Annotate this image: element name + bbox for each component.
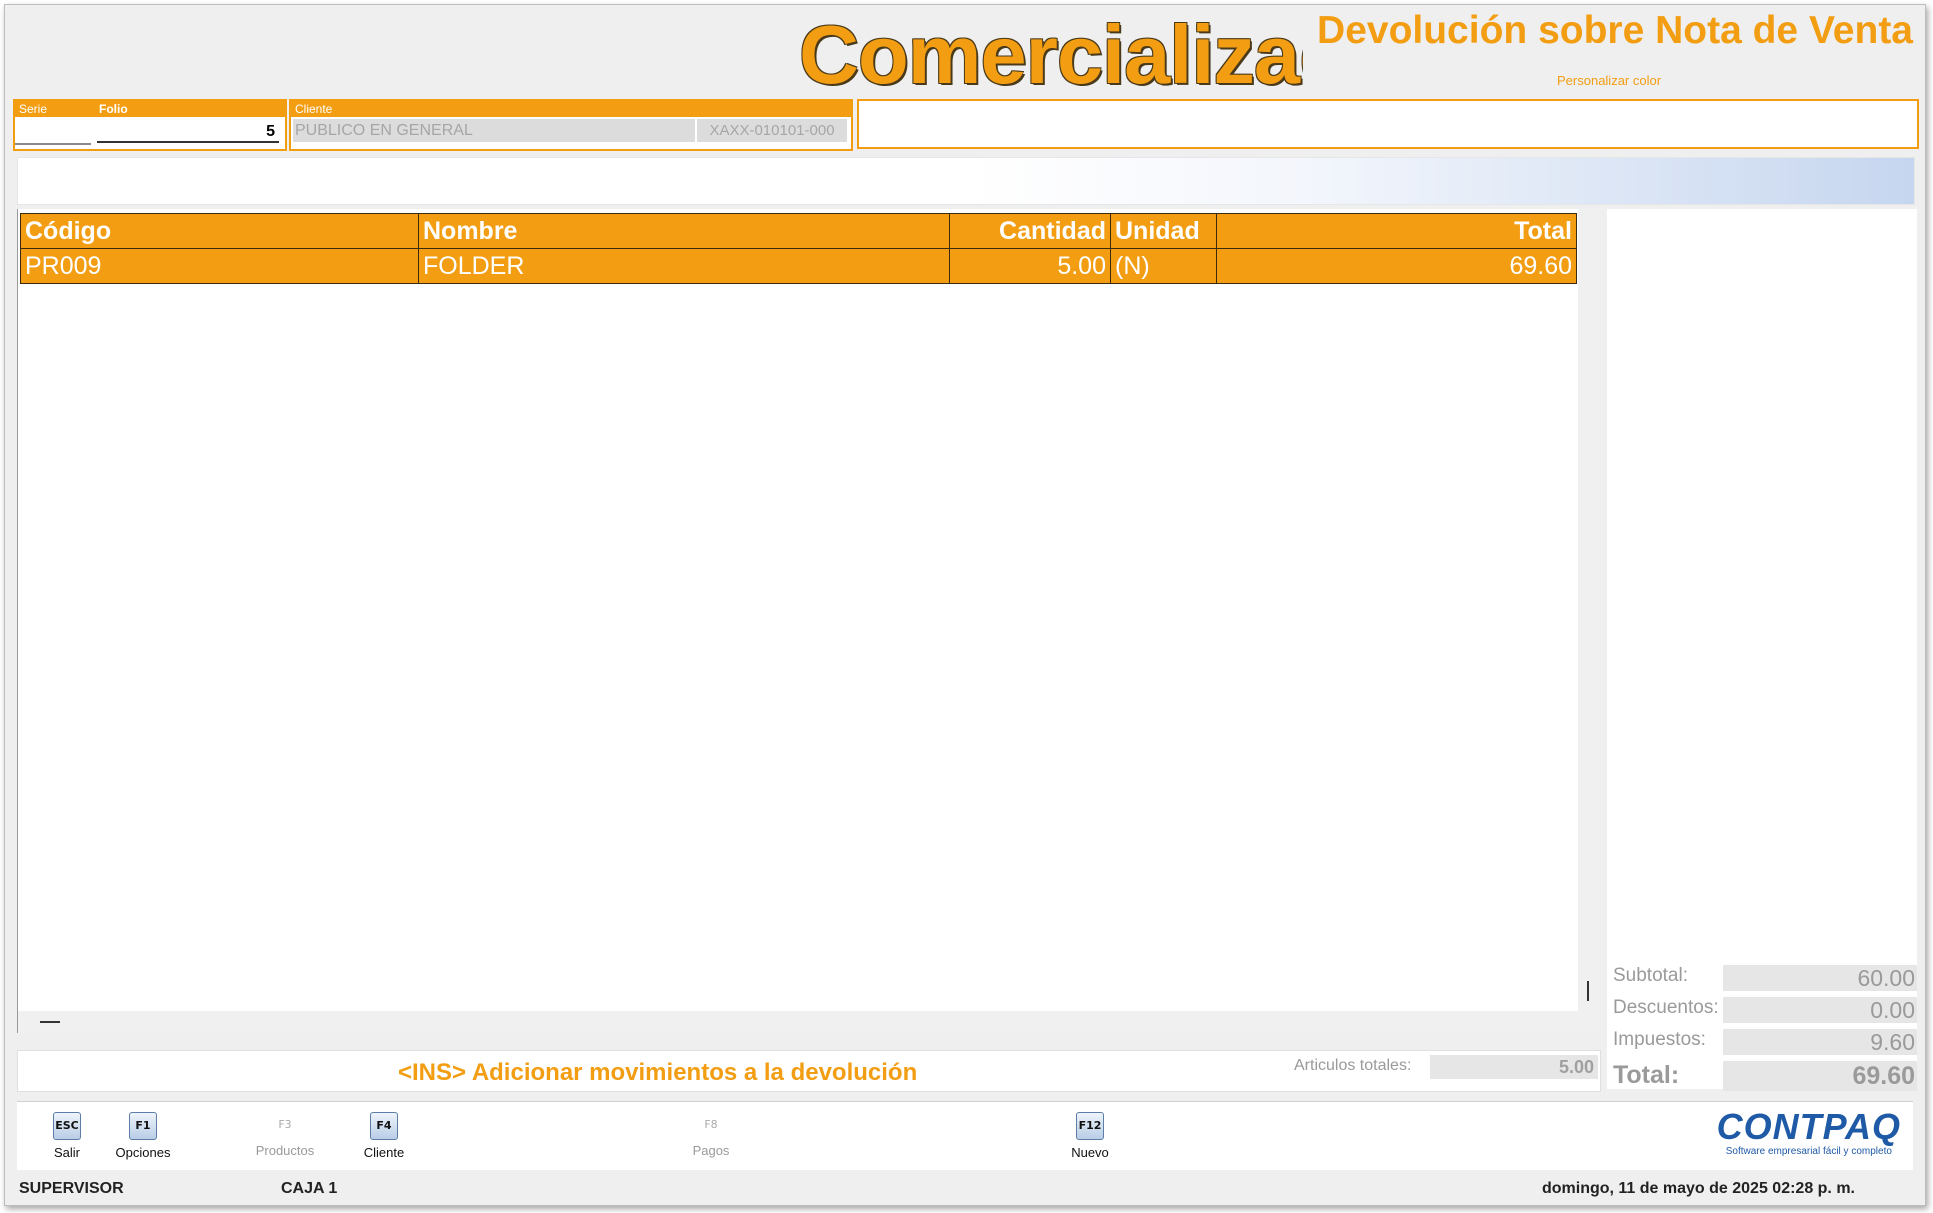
logo-tagline: Software empresarial fácil y completo (1725, 1146, 1892, 1157)
grid-footer: <INS> Adicionar movimientos a la devoluc… (17, 1050, 1601, 1092)
vertical-scrollbar[interactable] (1578, 209, 1600, 1033)
productos-button[interactable]: F3 Productos (240, 1112, 330, 1158)
column-header-cantidad[interactable]: Cantidad (949, 213, 1111, 249)
impuestos-row: Impuestos: 9.60 (1607, 1027, 1917, 1055)
status-user: SUPERVISOR (19, 1180, 124, 1197)
column-header-unidad[interactable]: Unidad (1110, 213, 1217, 249)
folio-label: Folio (99, 102, 128, 116)
totals-panel: Subtotal: 60.00 Descuentos: 0.00 Impuest… (1607, 209, 1917, 1091)
brand-name: Comercializadora (799, 8, 1303, 97)
vertical-scroll-thumb[interactable] (1587, 981, 1589, 1001)
opciones-button[interactable]: F1 Opciones (98, 1112, 188, 1160)
nuevo-label: Nuevo (1071, 1145, 1109, 1160)
table-header-row: Código Nombre Cantidad Unidad Total (20, 213, 1577, 249)
brand-banner: Comercializadora (795, 5, 1303, 97)
opciones-label: Opciones (115, 1145, 171, 1160)
impuestos-value: 9.60 (1723, 1029, 1917, 1055)
productos-label: Productos (255, 1143, 315, 1158)
column-header-total[interactable]: Total (1216, 213, 1577, 249)
cliente-group: Cliente PUBLICO EN GENERAL XAXX-010101-0… (289, 99, 853, 151)
cell-codigo[interactable]: PR009 (20, 248, 419, 284)
cliente-key-label: Cliente (363, 1145, 405, 1160)
cell-nombre[interactable]: FOLDER (418, 248, 950, 284)
customize-color-link[interactable]: Personalizar color (1557, 73, 1661, 88)
descuentos-value: 0.00 (1723, 997, 1917, 1023)
cliente-rfc-field[interactable]: XAXX-010101-000 (697, 119, 847, 142)
contpaq-logo: CONTPAQ Software empresarial fácil y com… (1716, 1106, 1901, 1158)
articulos-totales-label: Articulos totales: (1294, 1057, 1412, 1074)
subtotal-row: Subtotal: 60.00 (1607, 963, 1917, 991)
subtotal-value: 60.00 (1723, 965, 1917, 991)
total-value: 69.60 (1723, 1061, 1917, 1091)
app-window: Comercializadora Devolución sobre Nota d… (4, 4, 1926, 1206)
cliente-button[interactable]: F4 Cliente (339, 1112, 429, 1160)
horizontal-scrollbar[interactable] (18, 1011, 1600, 1033)
message-bar (17, 157, 1915, 205)
cell-unidad[interactable]: (N) (1110, 248, 1217, 284)
info-panel (857, 99, 1919, 149)
movements-grid[interactable]: Código Nombre Cantidad Unidad Total PR00… (17, 209, 1600, 1033)
serie-field[interactable] (15, 118, 91, 145)
movements-table: Código Nombre Cantidad Unidad Total PR00… (20, 213, 1577, 284)
status-bar: SUPERVISOR CAJA 1 domingo, 11 de mayo de… (5, 1171, 1925, 1205)
status-datetime: domingo, 11 de mayo de 2025 02:28 p. m. (1541, 1180, 1855, 1197)
total-row: Total: 69.60 (1607, 1059, 1917, 1091)
horizontal-scroll-thumb[interactable] (40, 1021, 60, 1023)
f12-key-icon: F12 (1076, 1112, 1104, 1140)
column-header-nombre[interactable]: Nombre (418, 213, 950, 249)
f3-key-icon: F3 (278, 1118, 292, 1131)
status-register: CAJA 1 (281, 1180, 338, 1197)
nuevo-button[interactable]: F12 Nuevo (1045, 1112, 1135, 1160)
logo-wordmark: CONTPAQ (1716, 1106, 1901, 1147)
impuestos-label: Impuestos: (1613, 1029, 1706, 1050)
add-movements-hint[interactable]: <INS> Adicionar movimientos a la devoluc… (398, 1059, 917, 1087)
document-title: Devolución sobre Nota de Venta (1317, 9, 1913, 52)
total-label: Total: (1613, 1061, 1680, 1089)
cliente-label: Cliente (295, 102, 333, 116)
serie-label: Serie (19, 102, 48, 116)
subtotal-label: Subtotal: (1613, 965, 1688, 986)
column-header-codigo[interactable]: Código (20, 213, 419, 249)
cliente-name-field[interactable]: PUBLICO EN GENERAL (293, 119, 695, 142)
pagos-label: Pagos (692, 1143, 730, 1158)
serie-folio-group: Serie Folio 5 (13, 99, 287, 151)
articulos-totales-value: 5.00 (1430, 1055, 1598, 1079)
descuentos-row: Descuentos: 0.00 (1607, 995, 1917, 1023)
table-row[interactable]: PR009 FOLDER 5.00 (N) 69.60 (20, 248, 1577, 284)
esc-key-icon: ESC (53, 1112, 81, 1140)
f4-key-icon: F4 (370, 1112, 398, 1140)
pagos-button[interactable]: F8 Pagos (666, 1112, 756, 1158)
cell-cantidad[interactable]: 5.00 (949, 248, 1111, 284)
function-key-bar: ESC Salir F1 Opciones F3 Productos F4 Cl… (17, 1101, 1913, 1170)
f1-key-icon: F1 (129, 1112, 157, 1140)
descuentos-label: Descuentos: (1613, 997, 1719, 1018)
f8-key-icon: F8 (704, 1118, 718, 1131)
folio-field[interactable]: 5 (97, 118, 279, 143)
cell-total[interactable]: 69.60 (1216, 248, 1577, 284)
